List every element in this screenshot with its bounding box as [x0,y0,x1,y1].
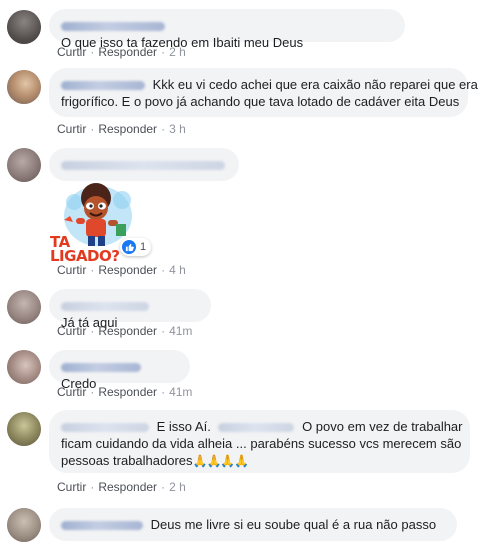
like-link[interactable]: Curtir [57,45,86,59]
avatar[interactable] [7,148,41,182]
commenter-name[interactable] [61,22,165,32]
comment-time[interactable]: 2 h [169,480,186,494]
like-link[interactable]: Curtir [57,480,86,494]
comment-bubble: O que isso ta fazendo em Ibaiti meu Deus [49,9,405,50]
avatar[interactable] [7,350,41,384]
like-link[interactable]: Curtir [57,385,86,399]
reaction-count[interactable]: 1 [120,238,152,256]
reply-link[interactable]: Responder [98,263,157,277]
comment-bubble: Kkk eu vi cedo achei que era caixão não … [49,68,478,117]
comment-bubble [49,148,239,181]
like-link[interactable]: Curtir [57,263,86,277]
like-icon [122,240,136,254]
commenter-name[interactable] [61,161,225,171]
comment-time[interactable]: 2 h [169,45,186,59]
comment-time[interactable]: 3 h [169,122,186,136]
sticker-caption: TA LIGADO? [50,233,120,265]
avatar[interactable] [7,508,41,542]
like-link[interactable]: Curtir [57,122,86,136]
comment-actions: Curtir · Responder · 41m [57,385,193,399]
avatar[interactable] [7,70,41,104]
avatar[interactable] [7,412,41,446]
comment-text-part: O povo em vez de trabalhar [302,419,463,434]
comment-actions: Curtir · Responder · 3 h [57,122,186,136]
avatar[interactable] [7,10,41,44]
comment-bubble: Credo [49,350,190,391]
reply-link[interactable]: Responder [98,480,157,494]
comment-bubble: Já tá aqui [49,289,211,330]
pray-emoji: 🙏🙏🙏🙏 [192,454,250,468]
comment-text-line: frigorífico. E o povo já achando que tav… [61,94,460,109]
reply-link[interactable]: Responder [98,122,157,136]
comment-actions: Curtir · Responder · 2 h [57,480,186,494]
reply-link[interactable]: Responder [98,324,157,338]
comment-time[interactable]: 4 h [169,263,186,277]
avatar[interactable] [7,290,41,324]
reply-link[interactable]: Responder [98,385,157,399]
comment-text-line: ficam cuidando da vida alheia ... parabé… [61,436,462,451]
commenter-name[interactable] [61,302,149,312]
comment-bubble: Deus me livre si eu soube qual é a rua n… [49,508,457,541]
comment-time[interactable]: 41m [169,324,192,338]
commenter-name[interactable] [61,423,149,433]
comment-time[interactable]: 41m [169,385,192,399]
commenter-name[interactable] [61,521,143,531]
commenter-name[interactable] [61,363,141,373]
comment-text-part: E isso Aí. [156,419,211,434]
reaction-count-value: 1 [140,241,147,253]
comment-actions: Curtir · Responder · 2 h [57,45,186,59]
comment-text-line: Kkk eu vi cedo achei que era caixão não … [152,77,478,92]
comment-bubble: E isso Aí. O povo em vez de trabalhar fi… [49,410,470,473]
like-link[interactable]: Curtir [57,324,86,338]
reply-link[interactable]: Responder [98,45,157,59]
commenter-name[interactable] [61,81,145,91]
comment-actions: Curtir · Responder · 4 h [57,263,186,277]
comment-text-line: pessoas trabalhadores [61,453,193,468]
comment-actions: Curtir · Responder · 41m [57,324,193,338]
tagged-name[interactable] [218,423,295,433]
